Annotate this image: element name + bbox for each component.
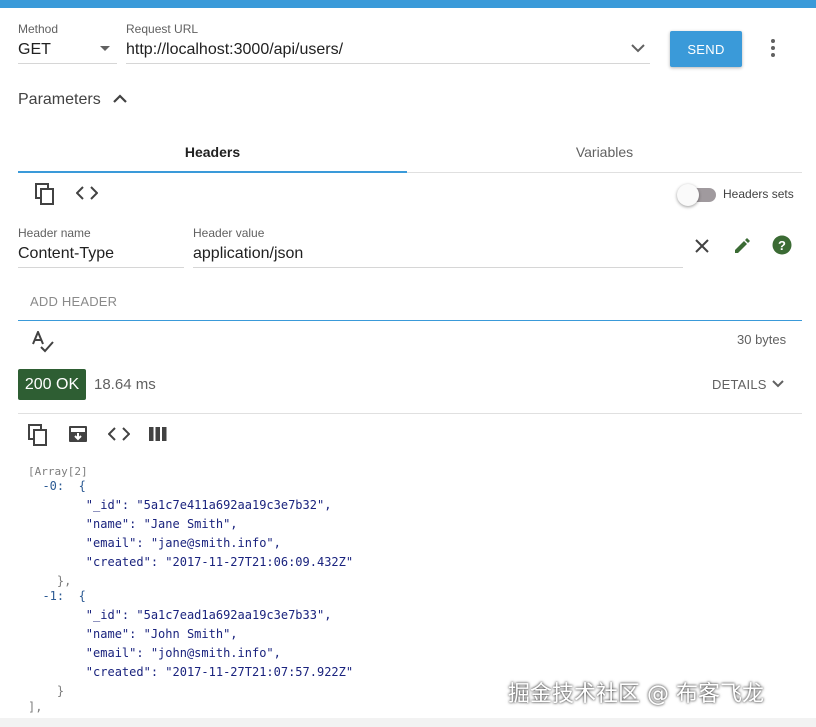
- details-chevron-down-icon[interactable]: [772, 380, 784, 388]
- watermark-text: 掘金技术社区 @ 布客飞龙: [508, 682, 764, 707]
- header-name-label: Header name: [18, 226, 91, 240]
- json-line: "email": "jane@smith.info",: [28, 536, 281, 550]
- method-select[interactable]: GET: [18, 41, 51, 59]
- header-value-underline: [193, 267, 683, 268]
- response-time: 18.64 ms: [94, 376, 156, 393]
- size-text: 30 bytes: [737, 332, 787, 347]
- tab-variables[interactable]: Variables: [407, 130, 802, 173]
- tab-headers[interactable]: Headers: [18, 130, 407, 173]
- method-dropdown-icon[interactable]: [99, 45, 111, 53]
- headers-sets-toggle[interactable]: [677, 184, 699, 206]
- json-line[interactable]: -0: {: [28, 477, 85, 496]
- spellcheck-icon[interactable]: [31, 331, 55, 353]
- json-line: ],: [28, 700, 43, 714]
- top-accent-bar: [0, 0, 816, 8]
- headers-sets-label: Headers sets: [723, 187, 794, 201]
- json-line[interactable]: -1: {: [28, 587, 85, 606]
- column-view-icon[interactable]: [149, 426, 167, 442]
- response-divider: [18, 413, 802, 414]
- edit-icon[interactable]: [732, 236, 752, 256]
- url-label: Request URL: [126, 22, 199, 36]
- json-line: "name": "John Smith",: [28, 627, 238, 641]
- url-history-chevron-icon[interactable]: [631, 43, 645, 53]
- json-line: "_id": "5a1c7e411a692aa19c3e7b32",: [28, 498, 332, 512]
- copy-icon[interactable]: [35, 183, 55, 205]
- method-label: Method: [18, 22, 59, 36]
- status-badge: 200 OK: [18, 369, 86, 400]
- save-response-icon[interactable]: [68, 425, 88, 443]
- svg-text:?: ?: [778, 238, 786, 253]
- help-icon[interactable]: ?: [772, 235, 792, 255]
- json-line: "email": "john@smith.info",: [28, 646, 281, 660]
- details-button[interactable]: DETAILS: [712, 377, 767, 392]
- parameters-title[interactable]: Parameters: [18, 91, 101, 109]
- header-value-input[interactable]: application/json: [193, 245, 303, 263]
- bottom-strip: [0, 718, 816, 727]
- add-header-button[interactable]: ADD HEADER: [30, 294, 117, 309]
- close-icon[interactable]: [694, 238, 710, 254]
- header-name-underline: [18, 267, 184, 268]
- response-code-icon[interactable]: [108, 427, 130, 441]
- params-divider: [18, 320, 802, 321]
- tab-indicator: [18, 171, 407, 173]
- json-line: "created": "2017-11-27T21:07:57.922Z": [28, 665, 354, 679]
- send-button[interactable]: SEND: [670, 31, 742, 67]
- code-icon[interactable]: [76, 186, 98, 200]
- header-value-label: Header value: [193, 226, 265, 240]
- url-input[interactable]: http://localhost:3000/api/users/: [126, 41, 343, 59]
- json-line: "created": "2017-11-27T21:06:09.432Z": [28, 555, 354, 569]
- url-underline: [126, 63, 650, 64]
- header-name-input[interactable]: Content-Type: [18, 245, 114, 263]
- chevron-up-icon[interactable]: [113, 94, 127, 104]
- response-copy-icon[interactable]: [28, 424, 48, 446]
- more-vert-icon[interactable]: [770, 38, 776, 58]
- json-line: "name": "Jane Smith",: [28, 517, 238, 531]
- json-line: "_id": "5a1c7ead1a692aa19c3e7b33",: [28, 608, 332, 622]
- method-underline: [18, 63, 117, 64]
